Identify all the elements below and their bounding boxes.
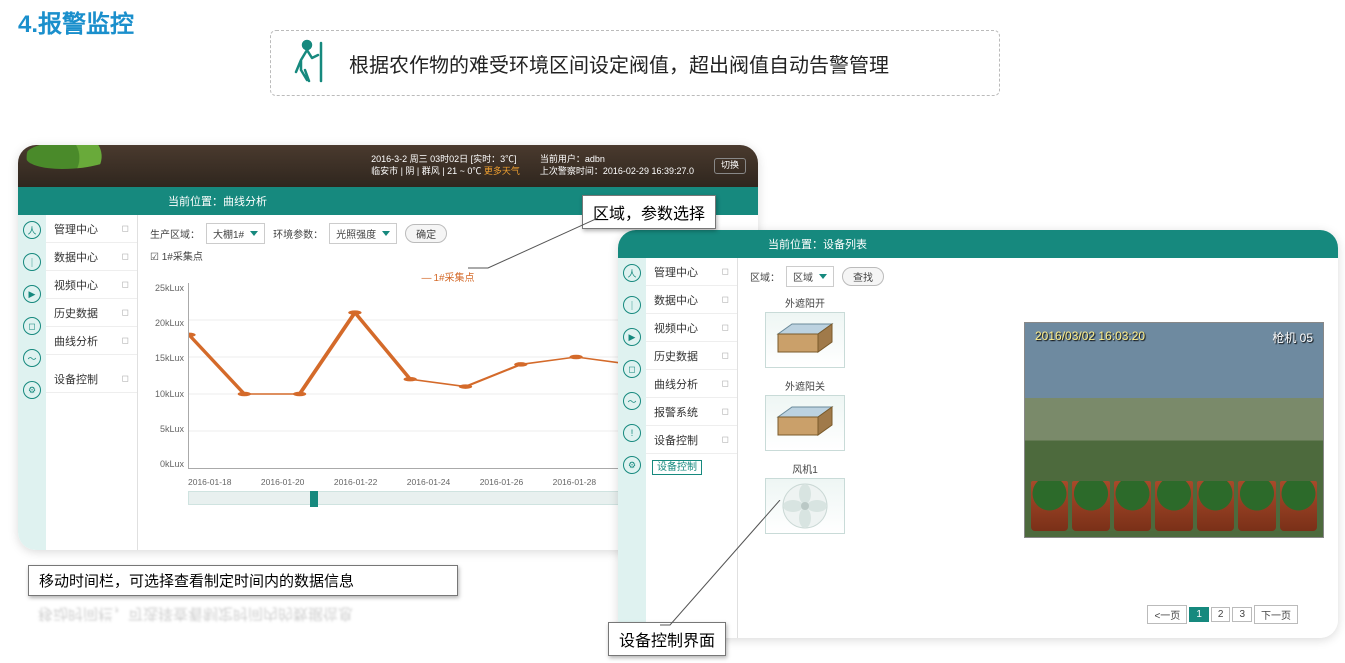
- nav-video[interactable]: 视频中心◻: [646, 314, 737, 342]
- weather-more-link[interactable]: 更多天气: [484, 166, 520, 176]
- nav-device[interactable]: 设备控制◻: [646, 426, 737, 454]
- find-button[interactable]: 查找: [842, 267, 884, 286]
- nav-history[interactable]: 历史数据◻: [46, 299, 137, 327]
- go-button[interactable]: 确定: [405, 224, 447, 243]
- pager-page-1[interactable]: 1: [1189, 607, 1209, 622]
- rail-icon[interactable]: ｜: [623, 296, 641, 314]
- area-select[interactable]: 生产区域：大棚1#: [150, 223, 265, 244]
- video-preview[interactable]: 2016/03/02 16:03:20 枪机 05: [1024, 322, 1324, 538]
- sidebar-nav: 管理中心◻ 数据中心◻ 视频中心◻ 历史数据◻ 曲线分析◻ 设备控制◻: [46, 215, 138, 550]
- icon-rail: 人 ｜ ▶ ◻ 〜 ⚙: [18, 215, 46, 550]
- user-label: 当前用户：: [540, 154, 585, 164]
- icon-rail-b: 人 ｜ ▶ ◻ 〜! ⚙: [618, 258, 646, 638]
- alarm-label: 上次警察时间：: [540, 166, 603, 176]
- description-text: 根据农作物的难受环境区间设定阀值，超出阀值自动告警管理: [349, 49, 889, 78]
- rail-icon[interactable]: ｜: [23, 253, 41, 271]
- video-camera-label: 枪机 05: [1272, 329, 1313, 346]
- pagination: <一页 1 2 3 下一页: [1147, 605, 1298, 624]
- callout-device-ui: 设备控制界面: [608, 622, 726, 656]
- callout-region-param: 区域，参数选择: [582, 195, 716, 229]
- device-list: 外遮阳开 外遮阳关 风机1: [750, 291, 860, 540]
- main-b: 区域：区域 查找 外遮阳开 外遮阳关 风机1 2016/03/02 16:03:…: [738, 258, 1338, 638]
- rail-icon[interactable]: ▶: [623, 328, 641, 346]
- callout-time-bar: 移动时间栏，可选择查看制定时间内的数据信息: [28, 565, 458, 596]
- hiker-icon: [291, 39, 329, 88]
- logo-leaf: [26, 145, 116, 169]
- nav-device[interactable]: 设备控制◻: [46, 365, 137, 393]
- area-select-b[interactable]: 区域：区域: [750, 266, 834, 287]
- nav-mgmt[interactable]: 管理中心◻: [646, 258, 737, 286]
- rail-icon[interactable]: ▶: [23, 285, 41, 303]
- sidebar-nav-b: 管理中心◻ 数据中心◻ 视频中心◻ 历史数据◻ 曲线分析◻ 报警系统◻ 设备控制…: [646, 258, 738, 638]
- rail-icon[interactable]: 人: [623, 264, 641, 282]
- header-datetime: 2016-3-2 周三 03时02日 [实时：3℃]: [371, 154, 520, 166]
- nav-data[interactable]: 数据中心◻: [646, 286, 737, 314]
- section-title: 4.报警监控: [18, 4, 134, 39]
- description-box: 根据农作物的难受环境区间设定阀值，超出阀值自动告警管理: [270, 30, 1000, 96]
- rail-icon[interactable]: ◻: [623, 360, 641, 378]
- pager-page-2[interactable]: 2: [1211, 607, 1231, 622]
- pager-next[interactable]: 下一页: [1254, 605, 1298, 624]
- nav-alarm[interactable]: 报警系统◻: [646, 398, 737, 426]
- device-label: 外遮阳关: [785, 378, 825, 393]
- rail-icon[interactable]: 〜: [23, 349, 41, 367]
- device-tile-shade-close[interactable]: [765, 395, 845, 451]
- rail-icon[interactable]: ⚙: [623, 456, 641, 474]
- nav-history[interactable]: 历史数据◻: [646, 342, 737, 370]
- device-tile-fan[interactable]: [765, 478, 845, 534]
- device-label: 外遮阳开: [785, 295, 825, 310]
- pager-prev[interactable]: <一页: [1147, 605, 1187, 624]
- callout-reflection: 移动时间栏，可选择查看制定时间内的数据信息: [28, 600, 458, 629]
- nav-device-sub[interactable]: 设备控制: [652, 460, 702, 475]
- rail-icon[interactable]: ◻: [23, 317, 41, 335]
- switch-button[interactable]: 切换: [714, 158, 746, 174]
- video-timestamp: 2016/03/02 16:03:20: [1035, 329, 1145, 343]
- nav-video[interactable]: 视频中心◻: [46, 271, 137, 299]
- nav-mgmt[interactable]: 管理中心◻: [46, 215, 137, 243]
- y-axis: 25kLux20kLux15kLux10kLux5kLux0kLux: [150, 283, 184, 469]
- device-label: 风机1: [792, 461, 818, 476]
- rail-icon[interactable]: ⚙: [23, 381, 41, 399]
- user-value: adbn: [585, 154, 605, 164]
- nav-curve[interactable]: 曲线分析◻: [46, 327, 137, 355]
- rail-icon[interactable]: 〜: [623, 392, 641, 410]
- rail-icon[interactable]: !: [623, 424, 641, 442]
- chart-legend: 1#采集点: [421, 269, 474, 284]
- device-tile-shade-open[interactable]: [765, 312, 845, 368]
- param-select[interactable]: 环境参数：光照强度: [273, 223, 397, 244]
- rail-icon[interactable]: 人: [23, 221, 41, 239]
- panel-device-control: 当前位置：设备列表 人 ｜ ▶ ◻ 〜! ⚙ 管理中心◻ 数据中心◻ 视频中心◻ 历史数据…: [618, 230, 1338, 638]
- alarm-value: 2016-02-29 16:39:27.0: [603, 166, 694, 176]
- nav-curve[interactable]: 曲线分析◻: [646, 370, 737, 398]
- header-bar: 2016-3-2 周三 03时02日 [实时：3℃] 临安市 | 阴 | 群风 …: [18, 145, 758, 187]
- nav-data[interactable]: 数据中心◻: [46, 243, 137, 271]
- breadcrumb-b: 当前位置：设备列表: [618, 230, 1338, 258]
- header-weather: 临安市 | 阴 | 群风 | 21 ~ 0℃: [371, 166, 481, 176]
- pager-page-3[interactable]: 3: [1232, 607, 1252, 622]
